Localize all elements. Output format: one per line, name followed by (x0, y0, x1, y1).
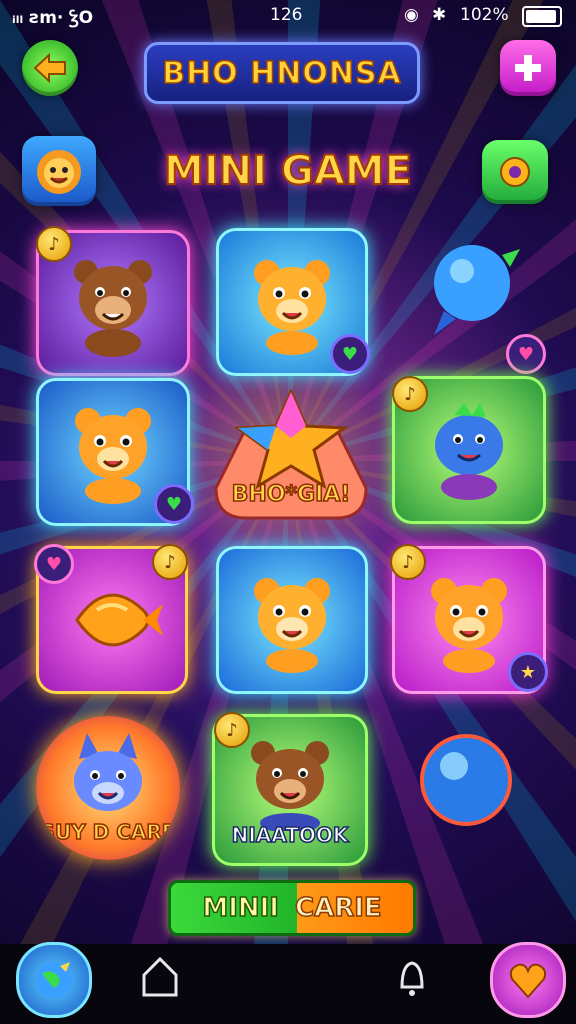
mini-game-play-button[interactable]: MINII CARIE (168, 880, 416, 936)
status-signal: ᵢₗₗ ƨm· ꝢO (12, 8, 94, 28)
star-card-label: BHO*GIA! (231, 481, 351, 508)
puppy-character (431, 578, 507, 673)
favorites-nav-button[interactable] (490, 942, 566, 1018)
play-button-right-label: CARIE (294, 892, 382, 924)
wolf-card[interactable]: SUY D CARE (36, 716, 180, 860)
cat-character (254, 260, 330, 355)
back-arrow-icon (33, 53, 66, 83)
lion-avatar-icon (37, 150, 81, 194)
dino-character (435, 403, 503, 500)
tiger-card[interactable] (216, 546, 368, 694)
profile-button[interactable] (22, 136, 96, 206)
world-nav-button[interactable] (16, 942, 92, 1018)
back-button[interactable] (22, 40, 78, 96)
tiger-character (254, 578, 330, 673)
add-button[interactable] (500, 40, 556, 96)
coin-icon: ♪ (152, 544, 188, 580)
ball-icon (420, 734, 512, 826)
balloon-character (434, 245, 520, 335)
play-button-left-label: MINII (202, 892, 280, 924)
heart-badge-icon: ♥ (330, 334, 370, 374)
wolf-character (74, 733, 142, 812)
bear-character (74, 260, 152, 357)
heart-icon (509, 963, 547, 999)
coin-icon: ♪ (392, 376, 428, 412)
alarm-icon: ◉ (404, 5, 419, 25)
settings-button[interactable] (482, 140, 548, 204)
notification-nav-button[interactable] (390, 952, 434, 1002)
mini-game-title: MINI GAME (163, 147, 413, 195)
plus-icon (515, 55, 541, 81)
header-title: BHO HNONSA (161, 55, 402, 92)
bell-icon (400, 961, 424, 996)
coin-icon: ♪ (390, 544, 426, 580)
heart-badge-icon: ♥ (506, 334, 546, 374)
star-badge-icon: ★ (508, 652, 548, 692)
coin-icon: ♪ (214, 712, 250, 748)
status-time: 126 (270, 5, 303, 25)
globe-icon (36, 962, 72, 998)
ball-card[interactable] (416, 730, 516, 830)
status-bar: ᵢₗₗ ƨm· ꝢO 126 ◉ ✱ 102% (0, 0, 576, 30)
status-battery-text: 102% (460, 5, 509, 25)
brown-bear-character (251, 741, 329, 832)
fish-character (75, 593, 163, 647)
header-title-plate: BHO HNONSA (144, 42, 420, 104)
bluetooth-icon: ✱ (432, 5, 447, 25)
wolf-card-label: SUY D CARE (40, 819, 176, 845)
coin-icon: ♪ (36, 226, 72, 262)
battery-icon (522, 6, 562, 27)
balloon-card[interactable] (410, 230, 540, 350)
home-nav-button[interactable] (138, 952, 182, 1002)
brown-bear-card-label: NIAATOOK (231, 822, 349, 848)
star-card[interactable]: BHO*GIA! (206, 388, 376, 522)
heart-badge-icon: ♥ (154, 484, 194, 524)
lion-cub-character (75, 408, 151, 504)
heart-badge-icon: ♥ (34, 544, 74, 584)
home-icon (142, 956, 178, 997)
donut-icon (500, 157, 530, 187)
